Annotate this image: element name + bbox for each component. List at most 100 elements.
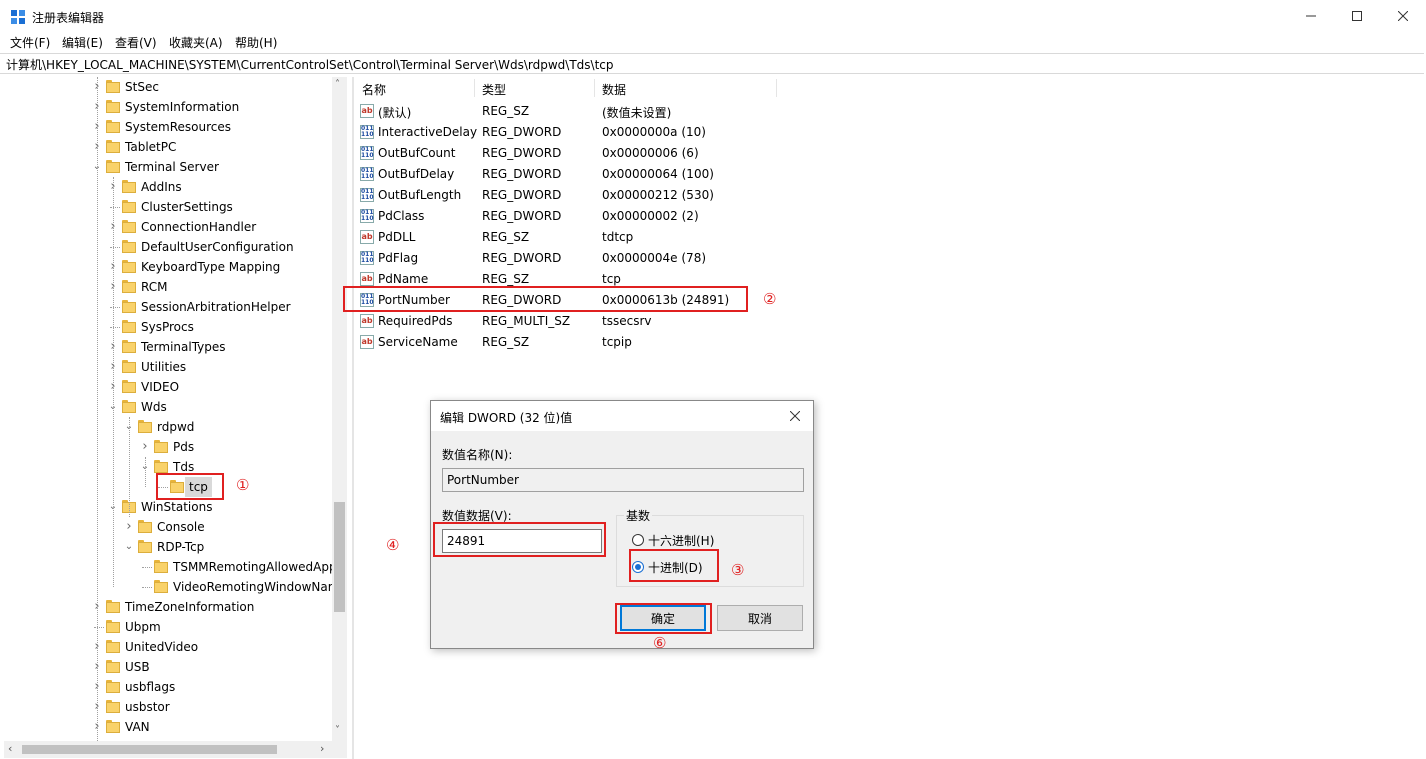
value-row[interactable]: 011 110 PdFlag REG_DWORD 0x0000004e (78) — [356, 248, 1426, 269]
tree-item[interactable]: › Console — [4, 517, 347, 537]
tree-item[interactable]: VideoRemotingWindowNar — [4, 577, 347, 597]
tree-item-label[interactable]: DefaultUserConfiguration — [141, 237, 294, 257]
value-row[interactable]: ab PdDLL REG_SZ tdtcp — [356, 227, 1426, 248]
tree-item-label[interactable]: Wds — [141, 397, 167, 417]
tree-item[interactable]: › ConnectionHandler — [4, 217, 347, 237]
tree-item[interactable]: ⌄ WinStations — [4, 497, 347, 517]
scroll-thumb-horizontal[interactable] — [22, 745, 277, 754]
tree-item[interactable]: › SystemInformation — [4, 97, 347, 117]
tree-item-label[interactable]: TerminalTypes — [141, 337, 226, 357]
tree-horizontal-scrollbar[interactable]: ‹ › — [4, 741, 347, 758]
tree-item[interactable]: › Utilities — [4, 357, 347, 377]
tree-item[interactable]: › usbflags — [4, 677, 347, 697]
chevron-right-icon[interactable]: › — [124, 517, 134, 537]
tree-item-label[interactable]: WinStations — [141, 497, 212, 517]
tree-item[interactable]: DefaultUserConfiguration — [4, 237, 347, 257]
value-row[interactable]: ab RequiredPds REG_MULTI_SZ tssecsrv — [356, 311, 1426, 332]
hex-radio[interactable] — [632, 534, 644, 546]
scroll-up-arrow[interactable]: ˄ — [335, 79, 340, 90]
tree-item-label[interactable]: Pds — [173, 437, 194, 457]
column-separator[interactable] — [474, 79, 475, 97]
scroll-left-arrow[interactable]: ‹ — [8, 742, 12, 755]
tree-item-label[interactable]: ClusterSettings — [141, 197, 233, 217]
tree-item-label[interactable]: RDP-Tcp — [157, 537, 204, 557]
close-button[interactable] — [1380, 0, 1426, 32]
tree-item[interactable]: › RCM — [4, 277, 347, 297]
tree-item[interactable]: ⌄ Terminal Server — [4, 157, 347, 177]
tree-item-label[interactable]: RCM — [141, 277, 167, 297]
tree-item-label[interactable]: TabletPC — [125, 137, 176, 157]
tree-item[interactable]: SessionArbitrationHelper — [4, 297, 347, 317]
tree-item-label[interactable]: ConnectionHandler — [141, 217, 256, 237]
value-row[interactable]: 011 110 PdClass REG_DWORD 0x00000002 (2) — [356, 206, 1426, 227]
value-row[interactable]: 011 110 OutBufLength REG_DWORD 0x00000212 (… — [356, 185, 1426, 206]
tree-item[interactable]: › usbstor — [4, 697, 347, 717]
tree-item-label[interactable]: Console — [157, 517, 205, 537]
dialog-close-button[interactable] — [783, 405, 807, 427]
menu-help[interactable]: 帮助(H) — [235, 34, 277, 51]
tree-item[interactable]: TSMMRemotingAllowedApp — [4, 557, 347, 577]
pane-splitter[interactable] — [352, 77, 354, 759]
tree-item-label[interactable]: Ubpm — [125, 617, 161, 637]
tree-item[interactable]: › KeyboardType Mapping — [4, 257, 347, 277]
tree-item[interactable]: › StSec — [4, 77, 347, 97]
tree-item[interactable]: ⌄ Wds — [4, 397, 347, 417]
cancel-button[interactable]: 取消 — [717, 605, 803, 631]
tree-item[interactable]: › AddIns — [4, 177, 347, 197]
tree-item[interactable]: Ubpm — [4, 617, 347, 637]
registry-tree[interactable]: › StSec › SystemInformation › SystemResources… — [4, 77, 347, 741]
minimize-button[interactable] — [1288, 0, 1334, 32]
column-type[interactable]: 类型 — [482, 81, 506, 98]
tree-item-label[interactable]: Terminal Server — [125, 157, 219, 177]
address-bar[interactable]: 计算机\HKEY_LOCAL_MACHINE\SYSTEM\CurrentCon… — [0, 53, 1424, 74]
value-row[interactable]: 011 110 InteractiveDelay REG_DWORD 0x000000… — [356, 122, 1426, 143]
tree-item-label[interactable]: AddIns — [141, 177, 182, 197]
tree-item-label[interactable]: TSMMRemotingAllowedApp — [173, 557, 337, 577]
tree-item-label[interactable]: usbstor — [125, 697, 170, 717]
value-row[interactable]: 011 110 OutBufDelay REG_DWORD 0x00000064 (1… — [356, 164, 1426, 185]
tree-item[interactable]: ClusterSettings — [4, 197, 347, 217]
tree-item-label[interactable]: VideoRemotingWindowNar — [173, 577, 333, 597]
hex-radio-label[interactable]: 十六进制(H) — [648, 532, 714, 549]
tree-item-label[interactable]: USB — [125, 657, 150, 677]
menu-favorites[interactable]: 收藏夹(A) — [169, 34, 223, 51]
value-row[interactable]: ab (默认) REG_SZ (数值未设置) — [356, 101, 1426, 122]
tree-item[interactable]: › UnitedVideo — [4, 637, 347, 657]
tree-item-label[interactable]: usbflags — [125, 677, 175, 697]
tree-item[interactable]: › Pds — [4, 437, 347, 457]
column-separator[interactable] — [594, 79, 595, 97]
scroll-right-arrow[interactable]: › — [320, 742, 324, 755]
tree-item[interactable]: SysProcs — [4, 317, 347, 337]
tree-item-label[interactable]: SystemInformation — [125, 97, 239, 117]
column-data[interactable]: 数据 — [602, 81, 626, 98]
tree-vertical-scrollbar[interactable]: ˄ ˅ — [332, 77, 347, 741]
tree-item-label[interactable]: Utilities — [141, 357, 186, 377]
value-row[interactable]: ab ServiceName REG_SZ tcpip — [356, 332, 1426, 353]
tree-item-label[interactable]: KeyboardType Mapping — [141, 257, 280, 277]
tree-item[interactable]: › TabletPC — [4, 137, 347, 157]
tree-item[interactable]: › VIDEO — [4, 377, 347, 397]
tree-item-label[interactable]: StSec — [125, 77, 159, 97]
tree-item-label[interactable]: VAN — [125, 717, 150, 737]
tree-item[interactable]: › TerminalTypes — [4, 337, 347, 357]
menu-edit[interactable]: 编辑(E) — [62, 34, 103, 51]
value-row[interactable]: 011 110 OutBufCount REG_DWORD 0x00000006 (6… — [356, 143, 1426, 164]
tree-item[interactable]: › SystemResources — [4, 117, 347, 137]
address-path[interactable]: 计算机\HKEY_LOCAL_MACHINE\SYSTEM\CurrentCon… — [6, 56, 614, 73]
tree-item-label[interactable]: SessionArbitrationHelper — [141, 297, 291, 317]
tree-item[interactable]: › USB — [4, 657, 347, 677]
tree-item[interactable]: › VAN — [4, 717, 347, 737]
tree-item-label[interactable]: SystemResources — [125, 117, 231, 137]
column-separator[interactable] — [776, 79, 777, 97]
tree-item[interactable]: ⌄ rdpwd — [4, 417, 347, 437]
tree-item-label[interactable]: TimeZoneInformation — [125, 597, 254, 617]
menu-view[interactable]: 查看(V) — [115, 34, 157, 51]
chevron-down-icon[interactable]: ⌄ — [124, 537, 134, 557]
tree-item-label[interactable]: rdpwd — [157, 417, 194, 437]
scroll-down-arrow[interactable]: ˅ — [335, 725, 340, 736]
menu-file[interactable]: 文件(F) — [10, 34, 50, 51]
maximize-button[interactable] — [1334, 0, 1380, 32]
chevron-right-icon[interactable]: › — [140, 437, 150, 457]
tree-item[interactable]: ⌄ RDP-Tcp — [4, 537, 347, 557]
tree-item-label[interactable]: VIDEO — [141, 377, 179, 397]
